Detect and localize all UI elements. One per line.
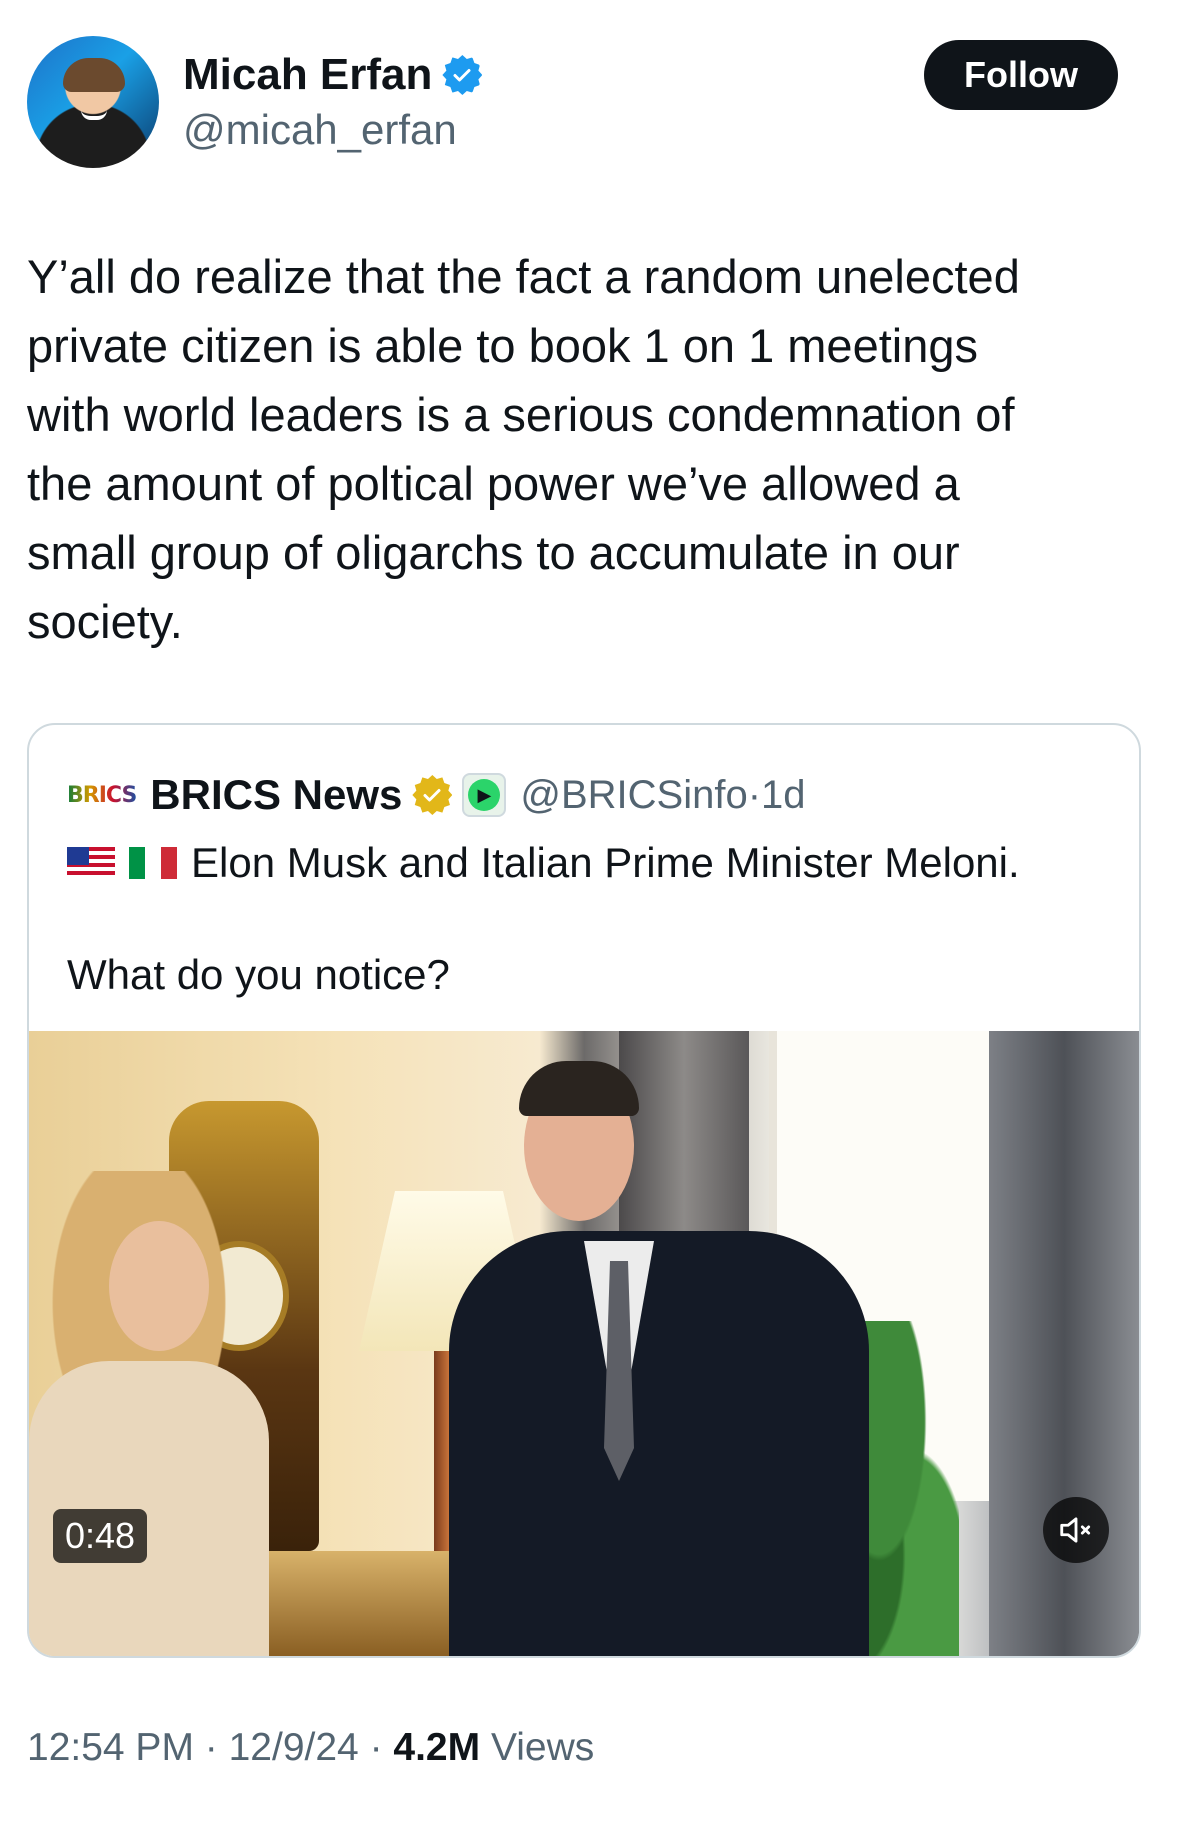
- quoted-tweet-header: BRICS BRICS News ▶ @BRICSinfo·1d: [67, 771, 806, 819]
- post-date[interactable]: 12/9/24: [229, 1726, 359, 1769]
- tweet-text-line: with world leaders is a serious condemna…: [27, 388, 1015, 441]
- separator-dot: ·: [193, 1726, 229, 1769]
- brics-logo: BRICS: [67, 782, 137, 808]
- tweet-text-line: Y’all do realize that the fact a random …: [27, 250, 1020, 303]
- tweet-text-line: small group of oligarchs to accumulate i…: [27, 526, 960, 579]
- person-left-face: [109, 1221, 209, 1351]
- quoted-author-handle[interactable]: @BRICSinfo·1d: [520, 773, 805, 818]
- quoted-timestamp: 1d: [761, 772, 806, 817]
- tweet-text: Y’all do realize that the fact a random …: [27, 242, 1137, 656]
- tweet-text-line: society.: [27, 595, 183, 648]
- tweet-metadata: 12:54 PM · 12/9/24 · 4.2M Views: [27, 1726, 594, 1770]
- separator-dot: ·: [747, 772, 762, 817]
- mute-toggle-button[interactable]: [1043, 1497, 1109, 1563]
- quoted-tweet-question: What do you notice?: [67, 951, 450, 998]
- us-flag-icon: [67, 847, 115, 879]
- person-right-suit: [449, 1231, 869, 1656]
- avatar-hair: [63, 58, 125, 92]
- video-duration-badge: 0:48: [53, 1509, 148, 1563]
- italy-flag-icon: [129, 847, 177, 879]
- affiliate-logo-icon: ▶: [468, 779, 501, 811]
- tweet-detail: Micah Erfan @micah_erfan Follow Y’all do…: [0, 0, 1179, 1825]
- quoted-tweet-card[interactable]: BRICS BRICS News ▶ @BRICSinfo·1d Elon Mu…: [27, 723, 1141, 1658]
- tweet-text-line: private citizen is able to book 1 on 1 m…: [27, 319, 978, 372]
- speaker-muted-icon: [1060, 1517, 1091, 1543]
- author-display-name[interactable]: Micah Erfan: [183, 50, 432, 100]
- gold-verified-icon: [412, 775, 453, 815]
- post-time[interactable]: 12:54 PM: [27, 1726, 194, 1769]
- quoted-handle-text: @BRICSinfo: [520, 772, 748, 817]
- author-name-row[interactable]: Micah Erfan: [183, 50, 483, 100]
- views-count[interactable]: 4.2M: [393, 1726, 480, 1769]
- affiliate-badge-icon[interactable]: ▶: [462, 773, 507, 817]
- avatar[interactable]: [27, 36, 159, 168]
- video-player[interactable]: 0:48: [29, 1031, 1139, 1656]
- avatar-smile: [81, 110, 107, 120]
- separator-dot: ·: [358, 1726, 394, 1769]
- quoted-author-name[interactable]: BRICS News: [150, 771, 402, 819]
- quoted-tweet-text: Elon Musk and Italian Prime Minister Mel…: [191, 839, 1020, 886]
- views-label: Views: [480, 1726, 595, 1769]
- curtain-right: [989, 1031, 1139, 1656]
- quoted-tweet-line: Elon Musk and Italian Prime Minister Mel…: [67, 839, 1020, 887]
- follow-button[interactable]: Follow: [924, 40, 1118, 110]
- verified-check-icon: [442, 55, 483, 95]
- tweet-text-line: the amount of poltical power we’ve allow…: [27, 457, 960, 510]
- author-handle[interactable]: @micah_erfan: [183, 106, 457, 154]
